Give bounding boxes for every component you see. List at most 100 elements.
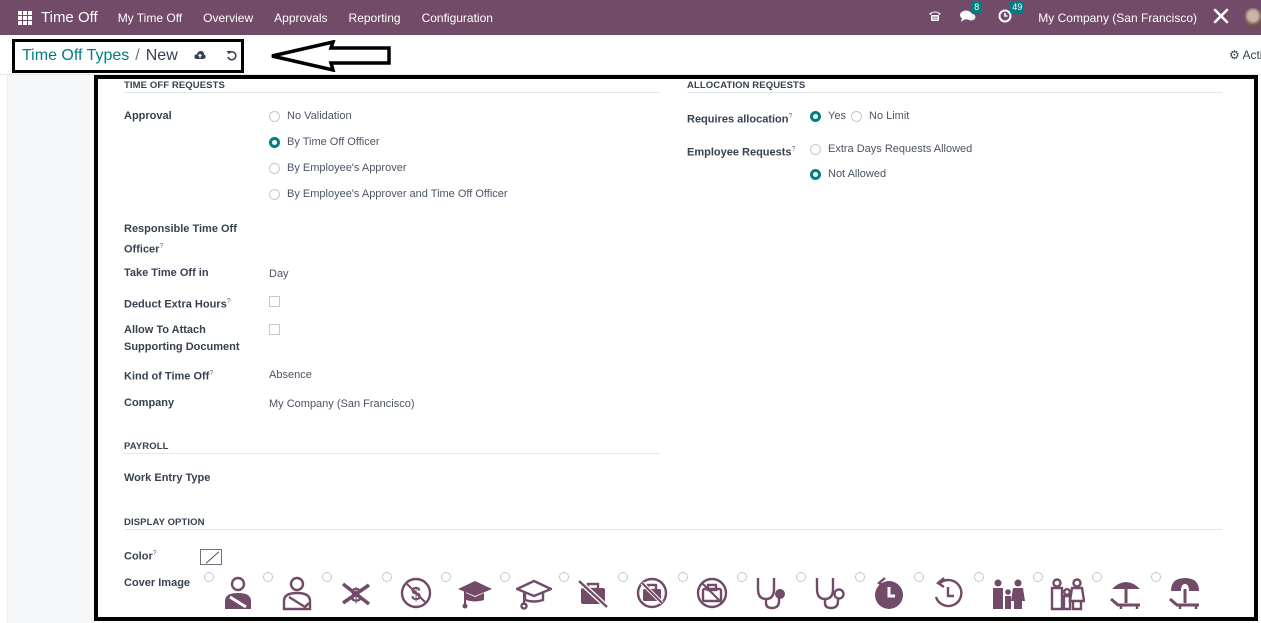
employee-requests-extra-days[interactable]: Extra Days Requests Allowed [810, 143, 972, 155]
option-label: By Employee's Approver and Time Off Offi… [287, 188, 508, 200]
responsible-officer-input[interactable] [269, 225, 649, 243]
menu-reporting[interactable]: Reporting [349, 11, 401, 25]
section-payroll: PAYROLL [124, 441, 169, 452]
stethoscope-outline-icon[interactable] [812, 575, 848, 611]
help-icon[interactable]: ? [153, 550, 157, 557]
top-navbar: Time Off My Time Off Overview Approvals … [0, 0, 1261, 35]
stethoscope-filled-icon[interactable] [753, 575, 789, 611]
time-back-filled-icon[interactable] [871, 575, 907, 611]
cover-image-radio[interactable] [973, 572, 984, 582]
option-label: No Validation [287, 110, 352, 122]
messages-badge: 8 [972, 2, 982, 13]
kind-of-time-off-select[interactable]: Absence [269, 369, 312, 381]
menu-configuration[interactable]: Configuration [422, 11, 493, 25]
gear-icon: ⚙ [1229, 48, 1240, 62]
cover-image-radio[interactable] [204, 572, 214, 582]
responsible-officer-label: Responsible Time Off Officer? [124, 221, 237, 259]
no-money-icon[interactable]: $ [338, 575, 374, 611]
deduct-extra-hours-label: Deduct Extra Hours? [124, 293, 231, 314]
section-divider [124, 529, 1222, 530]
help-icon[interactable]: ? [788, 113, 792, 120]
apps-menu-icon[interactable] [18, 10, 32, 25]
injured-arm-outline-icon[interactable] [279, 575, 315, 611]
action-menu-button[interactable]: ⚙ Acti [1229, 48, 1261, 62]
take-time-off-in-select[interactable]: Day [269, 268, 289, 280]
label-text: Color [124, 550, 153, 563]
option-label: Not Allowed [828, 168, 887, 180]
discard-undo-icon[interactable] [226, 49, 237, 64]
cover-image-radio[interactable] [559, 572, 570, 582]
messages-icon[interactable]: 8 [960, 2, 982, 26]
employee-requests-label: Employee Requests? [687, 141, 795, 162]
label-text: Requires allocation [687, 113, 789, 126]
menu-overview[interactable]: Overview [203, 11, 253, 25]
requires-allocation-yes[interactable]: Yes [810, 110, 846, 122]
allow-attach-label: Allow To Attach Supporting Document [124, 322, 240, 356]
activities-clock-icon[interactable]: 49 [998, 2, 1025, 26]
menu-approvals[interactable]: Approvals [274, 11, 327, 25]
employee-requests-not-allowed[interactable]: Not Allowed [810, 168, 886, 180]
cover-image-radio[interactable] [381, 572, 392, 582]
cover-image-radio[interactable] [736, 572, 747, 582]
radio-no-validation[interactable] [269, 110, 280, 122]
company-input[interactable]: My Company (San Francisco) [269, 398, 415, 410]
approval-option-no-validation[interactable]: No Validation [269, 110, 352, 122]
deduct-extra-hours-checkbox[interactable] [269, 296, 280, 307]
debug-tools-icon[interactable] [1213, 8, 1229, 27]
cover-image-radio[interactable] [677, 572, 688, 582]
help-icon[interactable]: ? [209, 370, 213, 377]
section-display-option: DISPLAY OPTION [124, 517, 205, 528]
cover-image-radio[interactable] [914, 572, 925, 582]
radio-employee-approver[interactable] [269, 162, 280, 174]
help-icon[interactable]: ? [159, 243, 163, 250]
help-icon[interactable]: ? [792, 146, 796, 153]
radio-time-off-officer-selected[interactable] [269, 136, 280, 148]
radio-not-allowed-selected[interactable] [810, 168, 821, 180]
family-outline-icon[interactable] [1049, 575, 1086, 611]
cover-image-radio[interactable] [855, 572, 866, 582]
user-avatar[interactable] [1245, 7, 1261, 28]
approval-option-employee-approver[interactable]: By Employee's Approver [269, 162, 407, 174]
activities-badge: 49 [1010, 2, 1025, 13]
label-text: Kind of Time Off [124, 370, 210, 383]
approval-option-both[interactable]: By Employee's Approver and Time Off Offi… [269, 188, 508, 200]
phone-icon[interactable] [928, 9, 942, 26]
section-divider [124, 453, 660, 454]
cover-image-radio[interactable] [322, 572, 333, 582]
time-back-outline-icon[interactable] [930, 575, 966, 611]
menu-my-time-off[interactable]: My Time Off [118, 11, 182, 25]
radio-extra-days[interactable] [810, 143, 821, 155]
company-switcher[interactable]: My Company (San Francisco) [1038, 11, 1197, 25]
graduation-cap-outline-icon[interactable] [514, 575, 554, 611]
no-briefcase-circle-outline-icon[interactable] [694, 575, 730, 611]
cover-image-radio[interactable] [263, 572, 274, 582]
beach-umbrella-alt-icon[interactable] [1167, 575, 1203, 611]
cover-image-radio[interactable] [1151, 572, 1162, 582]
cover-image-radio[interactable] [500, 572, 510, 582]
requires-allocation-no-limit[interactable]: No Limit [851, 110, 909, 122]
save-cloud-icon[interactable] [194, 50, 206, 63]
work-entry-type-input[interactable] [269, 472, 649, 490]
cover-image-radio[interactable] [1032, 572, 1043, 582]
no-briefcase-icon[interactable] [575, 575, 611, 611]
beach-umbrella-icon[interactable] [1108, 575, 1144, 611]
graduation-cap-filled-icon[interactable] [457, 575, 493, 611]
radio-no-limit[interactable] [851, 110, 862, 122]
cover-image-radio[interactable] [440, 572, 451, 582]
app-name[interactable]: Time Off [41, 9, 98, 26]
approval-option-time-off-officer[interactable]: By Time Off Officer [269, 136, 380, 148]
no-briefcase-circle-filled-icon[interactable] [634, 575, 670, 611]
radio-both[interactable] [269, 188, 280, 200]
breadcrumb-parent-link[interactable]: Time Off Types [22, 47, 129, 65]
color-picker[interactable] [200, 549, 222, 565]
cover-image-radio[interactable] [796, 572, 806, 582]
kind-of-time-off-label: Kind of Time Off? [124, 365, 213, 386]
injured-arm-filled-icon[interactable] [220, 575, 256, 611]
family-filled-icon[interactable] [990, 575, 1026, 611]
help-icon[interactable]: ? [227, 298, 231, 305]
allow-attach-checkbox[interactable] [269, 324, 280, 335]
cover-image-radio[interactable] [1092, 572, 1102, 582]
cover-image-radio[interactable] [618, 572, 629, 582]
radio-yes-selected[interactable] [810, 110, 821, 122]
no-dollar-circle-icon[interactable]: $ [398, 575, 434, 611]
